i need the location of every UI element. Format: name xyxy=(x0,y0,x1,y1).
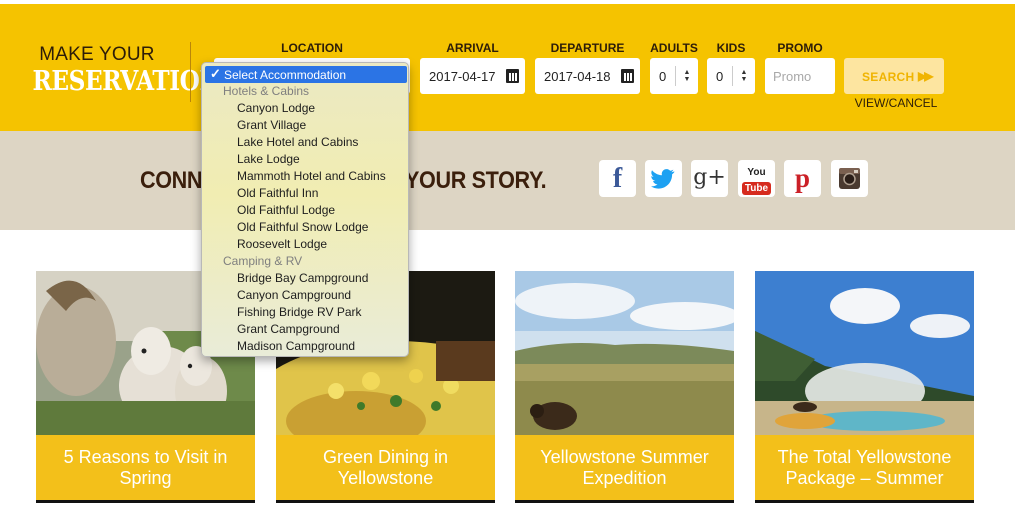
double-chevron-right-icon: ▶▶ xyxy=(918,69,934,83)
social-band: CONN RE YOUR STORY. f g+ You Tube p xyxy=(0,131,1015,230)
pinterest-icon[interactable]: p xyxy=(784,160,821,197)
dropdown-option-selected[interactable]: ✓ Select Accommodation xyxy=(205,66,407,83)
card-underline xyxy=(36,500,255,503)
dropdown-option[interactable]: Grant Campground xyxy=(237,322,340,336)
card-caption: Yellowstone Summer Expedition xyxy=(515,435,734,500)
brand-line-2: RESERVATION xyxy=(32,66,221,97)
card-title: Green Dining in Yellowstone xyxy=(322,447,449,488)
kids-label: KIDS xyxy=(716,41,746,55)
card-caption: The Total Yellowstone Package – Summer xyxy=(755,435,974,500)
location-label: LOCATION xyxy=(281,41,343,55)
stepper-divider xyxy=(675,66,676,86)
promo-input[interactable]: Promo xyxy=(765,58,835,94)
facebook-icon[interactable]: f xyxy=(599,160,636,197)
dropdown-option[interactable]: Canyon Campground xyxy=(237,288,351,302)
dropdown-option[interactable]: Lake Hotel and Cabins xyxy=(237,135,358,149)
dropdown-option[interactable]: Madison Campground xyxy=(237,339,355,353)
card-title: Yellowstone Summer Expedition xyxy=(540,447,709,488)
promo-placeholder: Promo xyxy=(773,69,812,84)
stepper-arrows-icon[interactable]: ▲ ▼ xyxy=(683,69,691,83)
dropdown-selected-label: Select Accommodation xyxy=(224,68,347,82)
dropdown-group-label: Hotels & Cabins xyxy=(223,84,310,98)
view-cancel-link[interactable]: VIEW/CANCEL xyxy=(846,96,946,110)
location-dropdown-menu: ✓ Select Accommodation Hotels & Cabins C… xyxy=(201,62,409,357)
dropdown-option[interactable]: Lake Lodge xyxy=(237,152,300,166)
arrival-date-input[interactable]: 2017-04-17 xyxy=(420,58,525,94)
twitter-icon[interactable] xyxy=(645,160,682,197)
dropdown-option[interactable]: Old Faithful Inn xyxy=(237,186,318,200)
departure-label: DEPARTURE xyxy=(550,41,625,55)
brand-divider xyxy=(190,42,191,102)
dropdown-option[interactable]: Mammoth Hotel and Cabins xyxy=(237,169,386,183)
dropdown-option[interactable]: Canyon Lodge xyxy=(237,101,315,115)
card-caption: Green Dining in Yellowstone xyxy=(276,435,495,500)
promo-label: PROMO xyxy=(777,41,823,55)
brand-line-1: MAKE YOUR xyxy=(39,44,155,65)
dropdown-option[interactable]: Bridge Bay Campground xyxy=(237,271,368,285)
kids-value: 0 xyxy=(716,69,724,84)
kids-stepper[interactable]: 0 ▲ ▼ xyxy=(707,58,755,94)
dropdown-option[interactable]: Roosevelt Lodge xyxy=(237,237,327,251)
card-title: 5 Reasons to Visit in Spring xyxy=(63,447,228,488)
youtube-icon[interactable]: You Tube xyxy=(738,160,775,197)
arrival-date-value: 2017-04-17 xyxy=(429,69,496,84)
card-underline xyxy=(276,500,495,503)
calendar-icon[interactable] xyxy=(621,69,634,83)
card-title: The Total Yellowstone Package – Summer xyxy=(777,447,952,488)
checkmark-icon: ✓ xyxy=(210,66,221,81)
instagram-icon[interactable] xyxy=(831,160,868,197)
calendar-icon[interactable] xyxy=(506,69,519,83)
card-summer-expedition[interactable]: Yellowstone Summer Expedition xyxy=(515,271,734,503)
dropdown-option[interactable]: Old Faithful Lodge xyxy=(237,203,335,217)
card-total-package[interactable]: The Total Yellowstone Package – Summer xyxy=(755,271,974,503)
adults-stepper[interactable]: 0 ▲ ▼ xyxy=(650,58,698,94)
youtube-text-you: You xyxy=(747,167,766,178)
departure-date-value: 2017-04-18 xyxy=(544,69,611,84)
youtube-text-tube: Tube xyxy=(741,182,772,195)
search-button[interactable]: SEARCH ▶▶ xyxy=(844,58,944,94)
make-reservation-logo: MAKE YOUR RESERVATION xyxy=(22,44,221,98)
dropdown-option[interactable]: Fishing Bridge RV Park xyxy=(237,305,362,319)
dropdown-option[interactable]: Grant Village xyxy=(237,118,306,132)
geyser-basin-photo xyxy=(755,271,974,435)
card-caption: 5 Reasons to Visit in Spring xyxy=(36,435,255,500)
reservation-bar: MAKE YOUR RESERVATION LOCATION ARRIVAL 2… xyxy=(0,0,1015,131)
card-underline xyxy=(755,500,974,503)
google-plus-icon[interactable]: g+ xyxy=(691,160,728,197)
reservation-page: MAKE YOUR RESERVATION LOCATION ARRIVAL 2… xyxy=(0,0,1015,517)
social-heading-left: CONN xyxy=(140,167,203,194)
dropdown-group-label: Camping & RV xyxy=(223,254,303,268)
stepper-arrows-icon[interactable]: ▲ ▼ xyxy=(740,69,748,83)
google-plus-glyph: g+ xyxy=(693,165,726,190)
adults-value: 0 xyxy=(659,69,667,84)
dropdown-option[interactable]: Old Faithful Snow Lodge xyxy=(237,220,368,234)
adults-label: ADULTS xyxy=(650,41,698,55)
stepper-divider xyxy=(732,66,733,86)
card-underline xyxy=(515,500,734,503)
arrival-label: ARRIVAL xyxy=(446,41,499,55)
bison-prairie-photo xyxy=(515,271,734,435)
search-button-label: SEARCH xyxy=(862,70,915,84)
departure-date-input[interactable]: 2017-04-18 xyxy=(535,58,640,94)
